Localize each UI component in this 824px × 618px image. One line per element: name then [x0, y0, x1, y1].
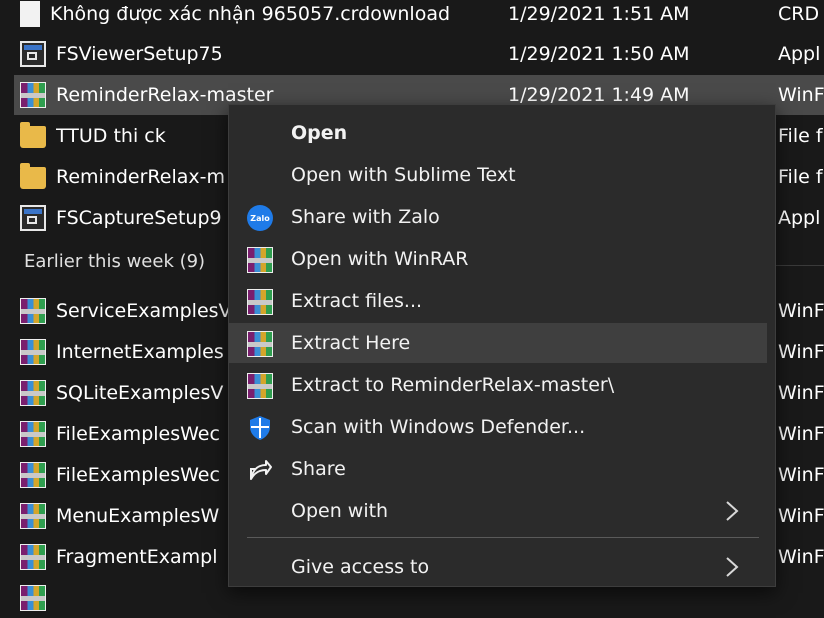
file-type: WinF: [778, 464, 824, 486]
group-header-label: Earlier this week (9): [24, 251, 206, 272]
chevron-right-icon: [725, 500, 739, 522]
menu-item-open[interactable]: Open: [229, 113, 767, 153]
winrar-icon: [20, 462, 46, 488]
winrar-icon: [20, 380, 46, 406]
folder-icon: [20, 122, 46, 148]
winrar-icon: [247, 289, 273, 315]
menu-item-label: Share with Zalo: [291, 206, 440, 228]
file-date: 1/29/2021 1:49 AM: [508, 84, 690, 106]
chevron-right-icon: [725, 556, 739, 578]
file-type: Appl: [778, 43, 821, 65]
menu-item-scan-with-defender[interactable]: Scan with Windows Defender...: [229, 407, 767, 447]
menu-item-label: Extract to ReminderRelax-master\: [291, 374, 615, 396]
winrar-icon: [247, 331, 273, 357]
winrar-icon: [20, 544, 46, 570]
winrar-icon: [20, 298, 46, 324]
file-type: WinF: [778, 84, 824, 106]
application-icon: [20, 41, 46, 67]
file-type: WinF: [778, 341, 824, 363]
menu-item-extract-files[interactable]: Extract files...: [229, 281, 767, 321]
menu-item-label: Scan with Windows Defender...: [291, 416, 586, 438]
share-icon: [247, 457, 273, 483]
menu-item-label: Open with WinRAR: [291, 248, 469, 270]
file-row[interactable]: Không được xác nhận 965057.crdownload 1/…: [14, 0, 824, 34]
file-type: CRD: [778, 3, 820, 25]
folder-icon: [20, 163, 46, 189]
menu-separator: [247, 537, 759, 538]
file-type: File f: [778, 125, 823, 147]
file-type: WinF: [778, 382, 824, 404]
menu-item-open-with[interactable]: Open with: [229, 491, 767, 531]
document-icon: [20, 1, 40, 27]
winrar-icon: [247, 247, 273, 273]
winrar-icon: [20, 339, 46, 365]
context-menu: Open Open with Sublime Text Zalo Share w…: [228, 104, 776, 587]
menu-item-extract-to-folder[interactable]: Extract to ReminderRelax-master\: [229, 365, 767, 405]
winrar-icon: [247, 373, 273, 399]
menu-item-label: Open: [291, 122, 348, 144]
file-type: File f: [778, 166, 823, 188]
file-name: Không được xác nhận 965057.crdownload: [50, 3, 451, 25]
group-header[interactable]: Earlier this week (9): [24, 251, 205, 272]
menu-item-label: Extract Here: [291, 332, 411, 354]
file-date: 1/29/2021 1:50 AM: [508, 43, 690, 65]
winrar-icon: [20, 503, 46, 529]
menu-item-label: Extract files...: [291, 290, 423, 312]
menu-item-open-with-sublime[interactable]: Open with Sublime Text: [229, 155, 767, 195]
application-icon: [20, 205, 46, 231]
menu-item-share-with-zalo[interactable]: Zalo Share with Zalo: [229, 197, 767, 237]
menu-item-extract-here[interactable]: Extract Here: [229, 323, 767, 363]
winrar-icon: [20, 421, 46, 447]
zalo-icon: Zalo: [247, 205, 273, 231]
menu-item-label: Share: [291, 458, 346, 480]
file-type: WinF: [778, 300, 824, 322]
menu-item-label: Give access to: [291, 556, 430, 578]
file-date: 1/29/2021 1:51 AM: [508, 3, 690, 25]
file-type: WinF: [778, 546, 824, 568]
winrar-icon: [20, 585, 46, 611]
winrar-icon: [20, 82, 46, 108]
file-name: FSViewerSetup75: [56, 43, 223, 65]
menu-item-label: Open with Sublime Text: [291, 164, 516, 186]
file-row[interactable]: FSViewerSetup75 1/29/2021 1:50 AM Appl: [14, 34, 824, 74]
menu-item-give-access-to[interactable]: Give access to: [229, 547, 767, 587]
file-type: Appl: [778, 207, 821, 229]
file-type: WinF: [778, 505, 824, 527]
menu-item-share[interactable]: Share: [229, 449, 767, 489]
menu-item-open-with-winrar[interactable]: Open with WinRAR: [229, 239, 767, 279]
menu-item-label: Open with: [291, 500, 389, 522]
file-name: ReminderRelax-master: [56, 84, 274, 106]
windows-defender-icon: [247, 415, 273, 441]
file-type: WinF: [778, 423, 824, 445]
